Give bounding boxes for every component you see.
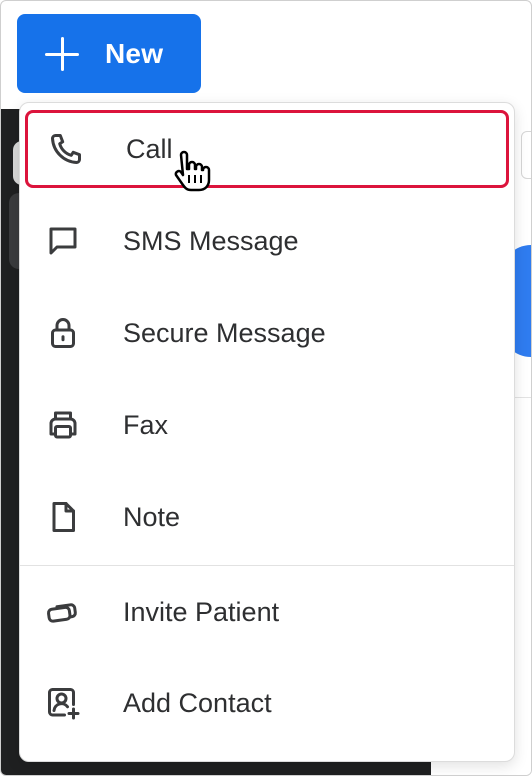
menu-item-sms-message[interactable]: SMS Message [25, 202, 509, 280]
chat-bubble-icon [43, 221, 83, 261]
menu-item-label: SMS Message [123, 225, 299, 256]
menu-item-label: Call [126, 133, 173, 164]
new-button-label: New [105, 37, 164, 69]
menu-divider [20, 565, 514, 566]
new-item-dropdown-menu: Call SMS Message Secure Message Fax Note… [19, 102, 515, 762]
menu-item-secure-message[interactable]: Secure Message [25, 294, 509, 372]
menu-item-invite-patient[interactable]: Invite Patient [25, 573, 509, 651]
menu-item-fax[interactable]: Fax [25, 386, 509, 464]
menu-item-label: Add Contact [123, 687, 272, 718]
cards-icon [43, 592, 83, 632]
lock-icon [43, 313, 83, 353]
new-button[interactable]: New [17, 14, 201, 93]
printer-icon [43, 405, 83, 445]
menu-item-add-contact[interactable]: Add Contact [25, 664, 509, 742]
menu-item-note[interactable]: Note [25, 478, 509, 556]
phone-icon [46, 129, 86, 169]
menu-item-call[interactable]: Call [25, 110, 509, 188]
document-icon [43, 497, 83, 537]
background-tab [521, 131, 531, 179]
app-window: New Call SMS Message Secure Message Fax … [0, 0, 532, 776]
menu-item-label: Invite Patient [123, 596, 280, 627]
plus-icon [45, 36, 79, 71]
menu-item-label: Fax [123, 409, 169, 440]
hand-pointer-cursor [174, 150, 211, 192]
menu-item-label: Secure Message [123, 317, 326, 348]
add-contact-icon [43, 683, 83, 723]
menu-item-label: Note [123, 501, 181, 532]
